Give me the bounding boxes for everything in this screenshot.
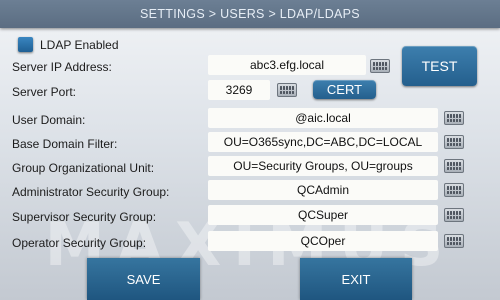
keyboard-icon[interactable] (444, 183, 464, 197)
cert-button[interactable]: CERT (313, 80, 376, 99)
server-ip-field[interactable]: abc3.efg.local (208, 55, 366, 75)
server-port-label: Server Port: (12, 85, 77, 99)
operator-group-label: Operator Security Group: (12, 236, 147, 250)
test-button[interactable]: TEST (402, 46, 477, 86)
user-domain-label: User Domain: (12, 113, 86, 127)
supervisor-group-field[interactable]: QCSuper (208, 205, 438, 225)
keyboard-icon[interactable] (444, 234, 464, 248)
group-ou-field[interactable]: OU=Security Groups, OU=groups (208, 156, 438, 176)
user-domain-field[interactable]: @aic.local (208, 108, 438, 128)
exit-button[interactable]: EXIT (300, 258, 412, 300)
ldap-enabled-label: LDAP Enabled (40, 38, 119, 52)
base-domain-filter-label: Base Domain Filter: (12, 137, 118, 151)
keyboard-icon[interactable] (444, 135, 464, 149)
keyboard-icon[interactable] (370, 59, 390, 73)
keyboard-icon[interactable] (277, 83, 297, 97)
group-ou-label: Group Organizational Unit: (12, 161, 155, 175)
supervisor-group-label: Supervisor Security Group: (12, 210, 157, 224)
keyboard-icon[interactable] (444, 208, 464, 222)
base-domain-filter-field[interactable]: OU=O365sync,DC=ABC,DC=LOCAL (208, 132, 438, 152)
operator-group-field[interactable]: QCOper (208, 231, 438, 251)
server-port-field[interactable]: 3269 (208, 80, 270, 100)
save-button[interactable]: SAVE (87, 258, 200, 300)
breadcrumb: SETTINGS > USERS > LDAP/LDAPS (0, 0, 500, 28)
admin-group-field[interactable]: QCAdmin (208, 180, 438, 200)
page-title: SETTINGS > USERS > LDAP/LDAPS (140, 7, 360, 21)
keyboard-icon[interactable] (444, 111, 464, 125)
ldap-settings-screen: SETTINGS > USERS > LDAP/LDAPS MAXIMUS LD… (0, 0, 500, 300)
admin-group-label: Administrator Security Group: (12, 185, 170, 199)
ldap-enabled-checkbox[interactable] (18, 37, 33, 52)
keyboard-icon[interactable] (444, 159, 464, 173)
server-ip-label: Server IP Address: (12, 60, 112, 74)
